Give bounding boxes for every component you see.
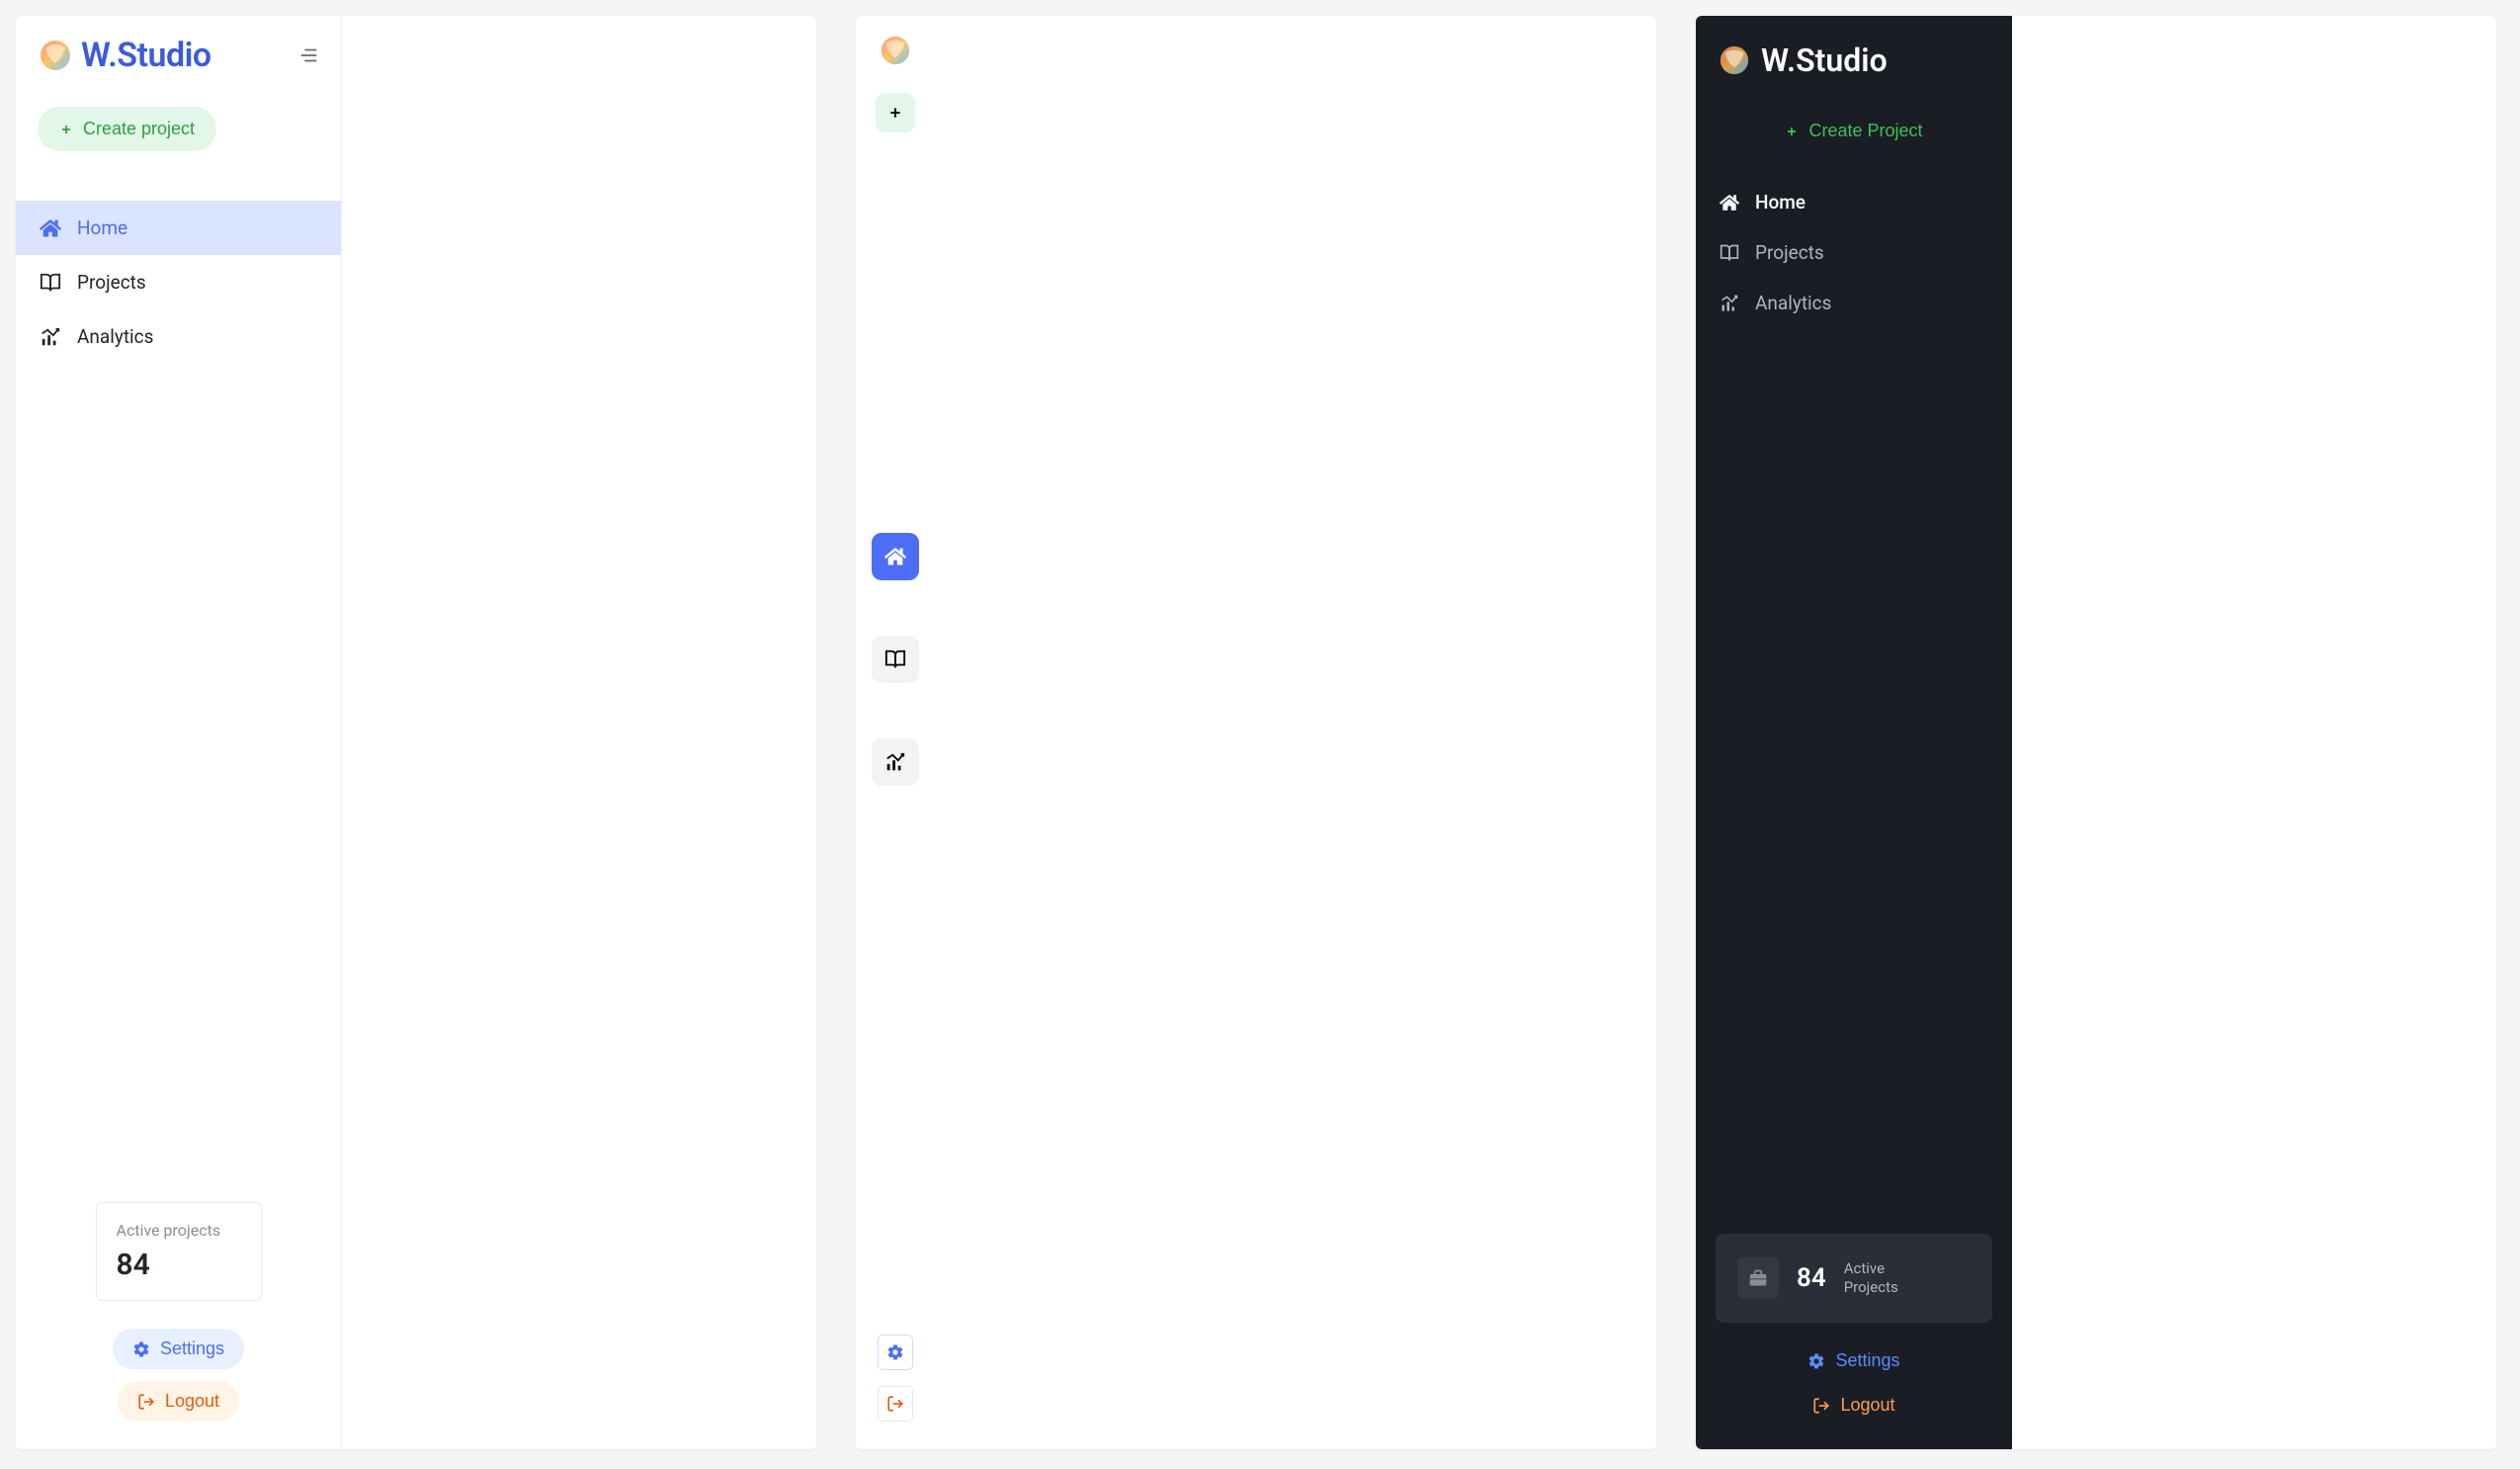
nav-item-home[interactable]: Home [1696,177,2012,227]
content-area [2012,16,2496,1449]
active-projects-value: 84 [117,1248,241,1282]
light-collapsed-sidebar-demo [856,16,1656,1449]
sidebar-header: W.Studio [16,16,341,85]
nav-item-projects[interactable]: Projects [1696,227,2012,278]
create-label: Create project [83,119,195,139]
active-projects-card: 84 Active Projects [1716,1234,1992,1323]
nav-item-home[interactable]: Home [16,201,341,255]
nav-item-projects[interactable]: Projects [16,255,341,309]
sidebar: W.Studio Create project Home Projects An… [16,16,342,1449]
create-project-button[interactable]: Create project [38,107,216,151]
active-projects-card: Active projects 84 [96,1202,262,1301]
briefcase-icon-container [1737,1257,1779,1299]
settings-button[interactable] [878,1335,913,1370]
active-projects-label: Active projects [117,1221,241,1240]
brand-name: W.Studio [1761,42,1888,79]
sidebar-nav: Home Projects Analytics [16,201,341,364]
dark-expanded-sidebar-demo: W.Studio Create Project Home Projects An… [1696,16,2496,1449]
content-area [935,16,1656,1449]
collapse-icon[interactable] [297,44,319,66]
settings-button[interactable]: Settings [113,1329,244,1369]
home-icon [40,217,61,239]
settings-label: Settings [1835,1350,1899,1371]
chart-icon [1720,294,1739,313]
logo-icon [38,38,73,73]
active-projects-value: 84 [1797,1263,1826,1293]
plus-icon [1785,125,1799,138]
plus-icon [59,123,73,136]
logout-icon [1812,1397,1830,1415]
gear-icon [886,1343,904,1361]
briefcase-icon [1748,1268,1768,1288]
content-area [342,16,816,1449]
gear-icon [1807,1352,1825,1370]
logout-button[interactable]: Logout [1801,1389,1906,1422]
create-project-button[interactable]: Create Project [1773,115,1934,147]
nav-item-analytics[interactable] [872,738,919,786]
book-icon [40,272,61,294]
book-icon [1720,243,1739,263]
create-label: Create Project [1808,121,1922,141]
nav-label: Analytics [1755,292,1831,314]
brand-logo[interactable]: W.Studio [1696,34,2012,95]
nav-label: Home [77,216,127,239]
logout-icon [137,1393,155,1411]
light-expanded-sidebar-demo: W.Studio Create project Home Projects An… [16,16,816,1449]
logout-label: Logout [165,1391,219,1412]
gear-icon [132,1340,150,1358]
chart-icon [884,751,906,773]
nav-label: Projects [1755,241,1824,264]
sidebar-footer [878,1335,913,1449]
settings-label: Settings [160,1339,224,1359]
sidebar-dark: W.Studio Create Project Home Projects An… [1696,16,2012,1449]
book-icon [884,648,906,670]
active-projects-label: Active Projects [1844,1259,1898,1298]
home-icon [884,546,906,567]
sidebar-nav [872,16,919,1335]
nav-item-analytics[interactable]: Analytics [1696,278,2012,328]
logout-button[interactable] [878,1386,913,1422]
nav-item-projects[interactable] [872,636,919,683]
logout-label: Logout [1840,1395,1894,1416]
chart-icon [40,326,61,348]
sidebar-collapsed [856,16,935,1449]
sidebar-footer: Settings Logout [16,1329,341,1449]
logo-icon [1718,43,1751,77]
brand-logo[interactable]: W.Studio [38,36,211,75]
nav-label: Projects [77,271,146,294]
logout-button[interactable]: Logout [118,1381,239,1422]
sidebar-nav: Home Projects Analytics [1696,177,2012,328]
settings-button[interactable]: Settings [1796,1344,1911,1377]
sidebar-footer: Settings Logout [1696,1344,2012,1449]
nav-label: Analytics [77,325,153,348]
nav-label: Home [1755,191,1806,214]
nav-item-home[interactable] [872,533,919,580]
brand-name: W.Studio [81,36,211,75]
home-icon [1720,193,1739,213]
logout-icon [886,1395,904,1413]
nav-item-analytics[interactable]: Analytics [16,309,341,364]
